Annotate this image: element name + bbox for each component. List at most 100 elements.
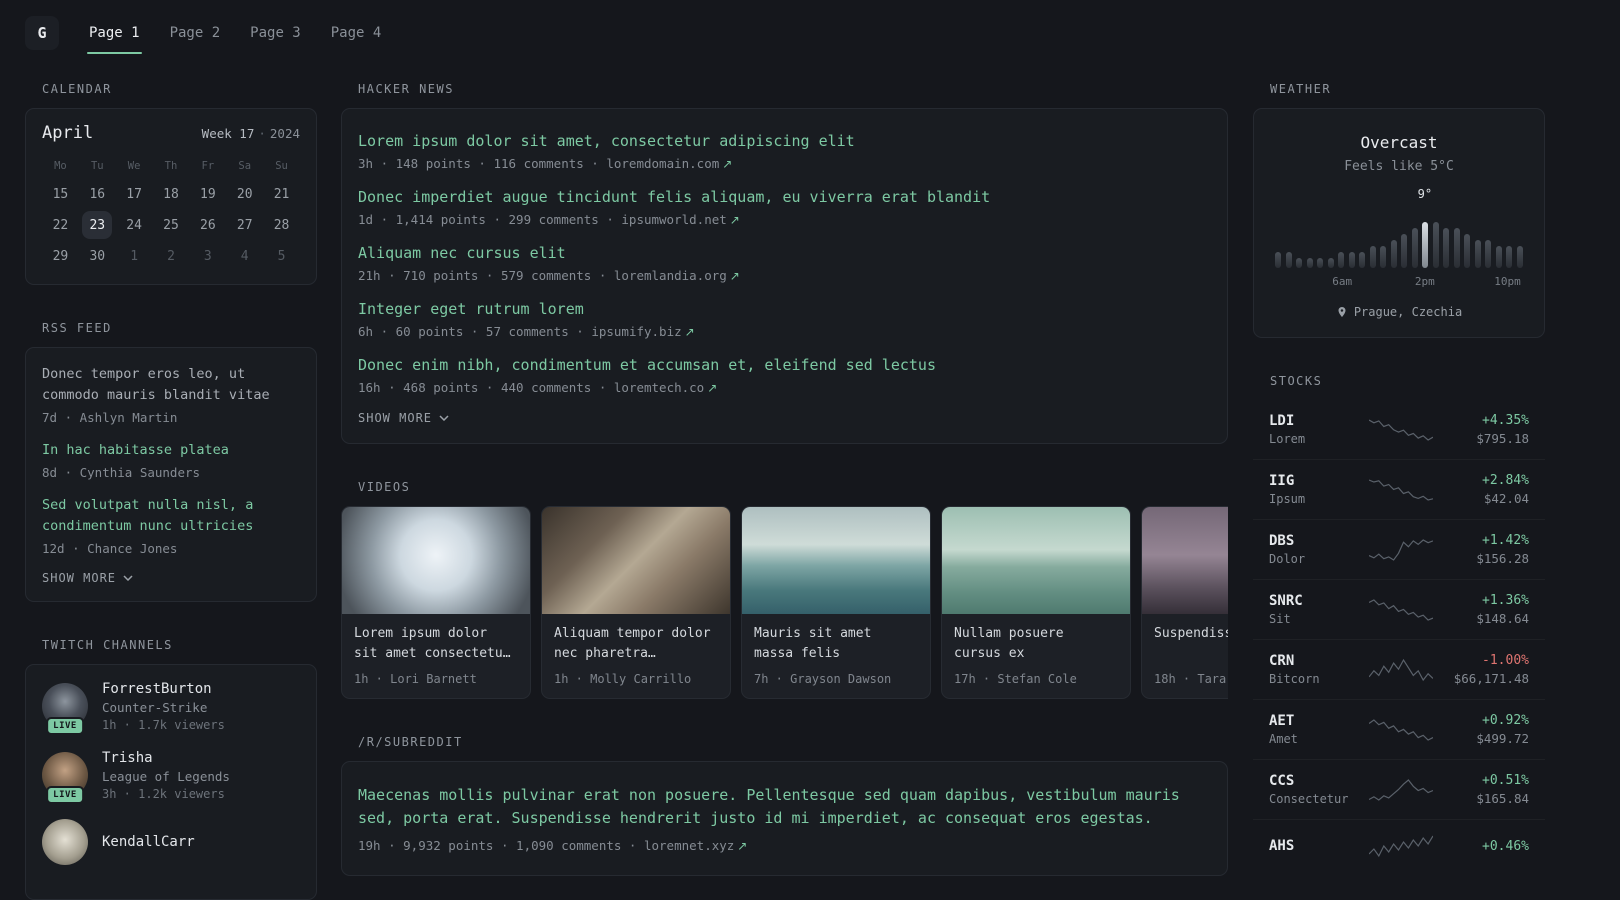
- weather-hour-bar: [1401, 234, 1408, 268]
- hn-item-domain[interactable]: ipsumworld.net: [621, 212, 726, 227]
- video-card[interactable]: Mauris sit amet massa felis 7h · Grayson…: [741, 506, 931, 699]
- hacker-news-widget: HACKER NEWS Lorem ipsum dolor sit amet, …: [341, 82, 1228, 444]
- weather-condition: Overcast: [1360, 133, 1438, 152]
- weather-widget: WEATHER Overcast Feels like 5°C 9° 6am 2…: [1253, 82, 1545, 338]
- calendar-month: April: [42, 123, 94, 143]
- videos-widget: VIDEOS Lorem ipsum dolor sit amet consec…: [341, 480, 1228, 699]
- stock-price: $66,171.48: [1453, 671, 1529, 686]
- page-tabs: Page 1 Page 2 Page 3 Page 4: [87, 10, 409, 56]
- twitch-channel-row[interactable]: LIVE ForrestBurton Counter-Strike 1h · 1…: [42, 681, 300, 736]
- stock-sparkline: [1361, 417, 1441, 443]
- stock-symbol: SNRC: [1269, 593, 1303, 609]
- stock-id: LDI Lorem: [1269, 413, 1361, 446]
- rss-item[interactable]: In hac habitasse platea 8d · Cynthia Sau…: [42, 440, 300, 480]
- live-badge: LIVE: [46, 717, 84, 736]
- rss-card: Donec tempor eros leo, ut commodo mauris…: [25, 347, 317, 602]
- twitch-channel-meta: 3h · 1.2k viewers: [102, 786, 225, 801]
- weather-bar-chart: 9°: [1275, 187, 1523, 268]
- calendar-day-header: Th: [164, 160, 178, 172]
- video-card[interactable]: Aliquam tempor dolor nec pharetra… 1h · …: [541, 506, 731, 699]
- video-card[interactable]: Suspendisse diam 18h · Tara: [1141, 506, 1228, 699]
- rss-item-title[interactable]: Donec tempor eros leo, ut commodo mauris…: [42, 364, 300, 406]
- subreddit-post-title[interactable]: Maecenas mollis pulvinar erat non posuer…: [358, 784, 1211, 831]
- stock-change: +1.36%: [1482, 593, 1529, 608]
- stock-row[interactable]: DBS Dolor +1.42% $156.28: [1253, 519, 1545, 579]
- stock-row[interactable]: AHS +0.46%: [1253, 819, 1545, 872]
- rss-show-more-button[interactable]: SHOW MORE: [42, 571, 300, 585]
- live-badge: LIVE: [46, 786, 84, 805]
- video-meta: 7h · Grayson Dawson: [754, 672, 892, 686]
- video-card[interactable]: Lorem ipsum dolor sit amet consectetu… 1…: [341, 506, 531, 699]
- weather-hour-bar: [1369, 246, 1376, 268]
- stock-name: Consectetur: [1269, 792, 1349, 806]
- hn-item-title[interactable]: Donec imperdiet augue tincidunt felis al…: [358, 187, 1211, 208]
- hn-item-title[interactable]: Aliquam nec cursus elit: [358, 243, 1211, 264]
- tab-page-1[interactable]: Page 1: [87, 12, 142, 54]
- twitch-channel-row[interactable]: LIVE Trisha League of Legends 3h · 1.2k …: [42, 749, 300, 805]
- stock-sparkline: [1361, 537, 1441, 563]
- twitch-channel-name: Trisha: [102, 749, 153, 766]
- twitch-channel-meta: 1h · 1.7k viewers: [102, 717, 225, 732]
- subreddit-post-domain[interactable]: loremnet.xyz: [644, 838, 734, 853]
- calendar-day: 16: [89, 186, 106, 202]
- video-card[interactable]: Nullam posuere cursus ex 17h · Stefan Co…: [941, 506, 1131, 699]
- weather-time-label: 10pm: [1494, 275, 1521, 288]
- stock-values: -1.00% $66,171.48: [1441, 653, 1529, 686]
- stock-id: DBS Dolor: [1269, 533, 1361, 566]
- calendar-day: 28: [273, 217, 290, 233]
- dashboard: G Page 1 Page 2 Page 3 Page 4 CALENDAR A…: [0, 10, 1620, 900]
- stock-row[interactable]: AET Amet +0.92% $499.72: [1253, 699, 1545, 759]
- hn-item-title[interactable]: Integer eget rutrum lorem: [358, 299, 1211, 320]
- hn-item-domain[interactable]: ipsumify.biz: [591, 324, 681, 339]
- hn-item-meta: 3h · 148 points · 116 comments · loremdo…: [358, 156, 1211, 171]
- stock-symbol: DBS: [1269, 533, 1295, 549]
- weather-hour-bar: [1485, 240, 1492, 268]
- hn-item-meta-text: 6h · 60 points · 57 comments ·: [358, 324, 584, 339]
- stock-row[interactable]: SNRC Sit +1.36% $148.64: [1253, 579, 1545, 639]
- section-title-subreddit: /R/SUBREDDIT: [358, 735, 463, 749]
- stock-row[interactable]: CCS Consectetur +0.51% $165.84: [1253, 759, 1545, 819]
- calendar-day: 1: [130, 248, 139, 264]
- twitch-channel-info: ForrestBurton Counter-Strike 1h · 1.7k v…: [102, 681, 225, 732]
- hn-show-more-button[interactable]: SHOW MORE: [358, 411, 1211, 425]
- app-logo[interactable]: G: [25, 16, 59, 50]
- calendar-day: 4: [240, 248, 249, 264]
- video-thumbnail: [942, 507, 1130, 614]
- calendar-day: 15: [52, 186, 69, 202]
- rss-item[interactable]: Donec tempor eros leo, ut commodo mauris…: [42, 364, 300, 425]
- stock-row[interactable]: IIG Ipsum +2.84% $42.04: [1253, 459, 1545, 519]
- hn-item-domain[interactable]: loremdomain.com: [606, 156, 719, 171]
- hn-item-title[interactable]: Donec enim nibh, condimentum et accumsan…: [358, 355, 1211, 376]
- rss-item-title[interactable]: Sed volutpat nulla nisl, a condimentum n…: [42, 495, 300, 537]
- subreddit-post: Maecenas mollis pulvinar erat non posuer…: [358, 784, 1211, 853]
- rss-item[interactable]: Sed volutpat nulla nisl, a condimentum n…: [42, 495, 300, 556]
- calendar-day: 24: [126, 217, 142, 233]
- stock-row[interactable]: CRN Bitcorn -1.00% $66,171.48: [1253, 639, 1545, 699]
- tab-page-2[interactable]: Page 2: [168, 12, 223, 54]
- hn-item-title[interactable]: Lorem ipsum dolor sit amet, consectetur …: [358, 131, 1211, 152]
- stock-name: Sit: [1269, 612, 1291, 626]
- calendar-day: 18: [163, 186, 179, 202]
- twitch-channel-name: ForrestBurton: [102, 680, 212, 697]
- weather-time-label: 6am: [1332, 275, 1353, 288]
- hn-item-domain[interactable]: loremtech.co: [614, 380, 704, 395]
- weather-hour-bar: [1432, 222, 1439, 268]
- weather-hour-bar: [1348, 252, 1355, 268]
- stock-id: AHS: [1269, 838, 1361, 854]
- weather-hour-bar: [1495, 246, 1502, 268]
- stock-sparkline: [1361, 833, 1441, 859]
- twitch-channel-row[interactable]: KendallCarr: [42, 818, 300, 865]
- stock-symbol: CRN: [1269, 653, 1295, 669]
- stock-price: $42.04: [1483, 491, 1529, 506]
- stock-values: +0.92% $499.72: [1441, 713, 1529, 746]
- weather-time-axis: 6am 2pm 10pm: [1275, 275, 1523, 289]
- video-thumbnail: [342, 507, 530, 614]
- calendar-day: 2: [167, 248, 175, 264]
- tab-page-4[interactable]: Page 4: [329, 12, 384, 54]
- stock-name: Amet: [1269, 732, 1298, 746]
- tab-page-3[interactable]: Page 3: [248, 12, 303, 54]
- video-body: Suspendisse diam 18h · Tara: [1142, 614, 1228, 698]
- stock-row[interactable]: LDI Lorem +4.35% $795.18: [1253, 400, 1545, 459]
- hn-item-domain[interactable]: loremlandia.org: [614, 268, 727, 283]
- rss-item-title[interactable]: In hac habitasse platea: [42, 440, 300, 461]
